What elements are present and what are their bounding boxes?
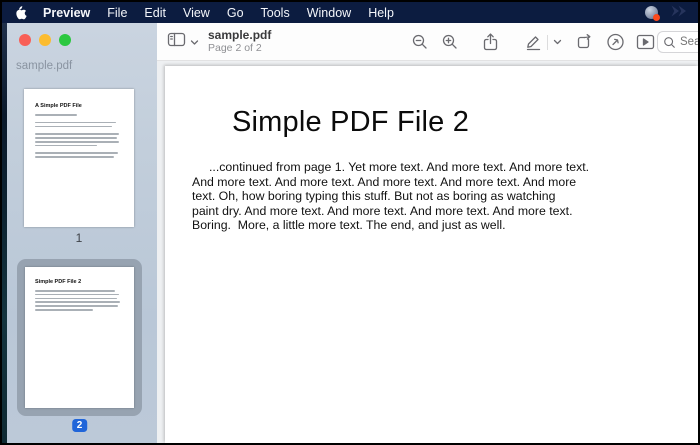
window-title: sample.pdf bbox=[208, 29, 271, 43]
pdf-body-line: text. Oh, how boring typing this stuff. … bbox=[192, 189, 589, 204]
rotate-button[interactable] bbox=[575, 32, 594, 51]
menu-item-window[interactable]: Window bbox=[307, 6, 351, 20]
sidebar-document-label: sample.pdf bbox=[16, 60, 72, 72]
search-field[interactable] bbox=[657, 31, 700, 53]
markup-button[interactable] bbox=[524, 32, 543, 51]
pdf-page-heading: Simple PDF File 2 bbox=[232, 106, 469, 139]
thumbnail-2-title: Simple PDF File 2 bbox=[35, 279, 124, 285]
menu-item-help[interactable]: Help bbox=[368, 6, 394, 20]
page-1-number[interactable]: 1 bbox=[24, 231, 134, 245]
pdf-body-line: ...continued from page 1. Yet more text.… bbox=[192, 160, 589, 175]
minimize-button[interactable] bbox=[39, 34, 51, 46]
zoom-in-button[interactable] bbox=[441, 33, 459, 51]
pdf-page: Simple PDF File 2 ...continued from page… bbox=[165, 66, 698, 443]
pdf-body-line: paint dry. And more text. And more text.… bbox=[192, 204, 589, 219]
share-button[interactable] bbox=[482, 32, 499, 51]
document-view: Simple PDF File 2 ...continued from page… bbox=[157, 61, 698, 443]
thumbnail-1-title: A Simple PDF File bbox=[35, 103, 123, 109]
menu-item-preview[interactable]: Preview bbox=[43, 6, 90, 20]
sidebar-toggle-chevron-icon[interactable] bbox=[190, 33, 199, 51]
traffic-lights bbox=[19, 34, 71, 46]
menu-item-tools[interactable]: Tools bbox=[261, 6, 290, 20]
markup-chevron-icon[interactable] bbox=[553, 38, 562, 45]
window-title-block: sample.pdf Page 2 of 2 bbox=[208, 29, 271, 55]
pdf-page-body: ...continued from page 1. Yet more text.… bbox=[192, 160, 589, 233]
thumbnail-sidebar: sample.pdf A Simple PDF File 1 bbox=[2, 23, 157, 443]
toolbar-divider bbox=[547, 35, 548, 50]
close-button[interactable] bbox=[19, 34, 31, 46]
autofill-button[interactable] bbox=[606, 32, 625, 51]
pdf-body-line: And more text. And more text. And more t… bbox=[192, 175, 589, 190]
menu-item-edit[interactable]: Edit bbox=[144, 6, 166, 20]
page-2-number-badge[interactable]: 2 bbox=[72, 419, 88, 432]
page-2-thumbnail[interactable]: Simple PDF File 2 bbox=[25, 267, 134, 408]
toolbar: sample.pdf Page 2 of 2 bbox=[157, 23, 698, 61]
menu-bar: Preview File Edit View Go Tools Window H… bbox=[2, 2, 698, 23]
page-1-thumbnail[interactable]: A Simple PDF File bbox=[24, 89, 134, 227]
apple-menu-icon[interactable] bbox=[14, 5, 27, 20]
screenshot-frame: Preview File Edit View Go Tools Window H… bbox=[0, 0, 700, 445]
pdf-body-line: Boring. More, a little more text. The en… bbox=[192, 218, 589, 233]
zoom-out-button[interactable] bbox=[411, 33, 429, 51]
slideshow-button[interactable] bbox=[636, 34, 655, 50]
menu-item-go[interactable]: Go bbox=[227, 6, 244, 20]
main-area: sample.pdf Page 2 of 2 bbox=[157, 23, 698, 443]
page-2-thumbnail-selected[interactable]: Simple PDF File 2 bbox=[17, 259, 142, 416]
preview-window: sample.pdf A Simple PDF File 1 bbox=[2, 23, 698, 443]
zoom-window-button[interactable] bbox=[59, 34, 71, 46]
paper-plane-icon[interactable] bbox=[670, 4, 688, 21]
sidebar-toggle-button[interactable] bbox=[167, 31, 187, 53]
menu-item-file[interactable]: File bbox=[107, 6, 127, 20]
search-input[interactable] bbox=[680, 36, 700, 48]
recording-indicator-icon[interactable] bbox=[645, 6, 658, 19]
menu-item-view[interactable]: View bbox=[183, 6, 210, 20]
page-indicator: Page 2 of 2 bbox=[208, 42, 271, 54]
